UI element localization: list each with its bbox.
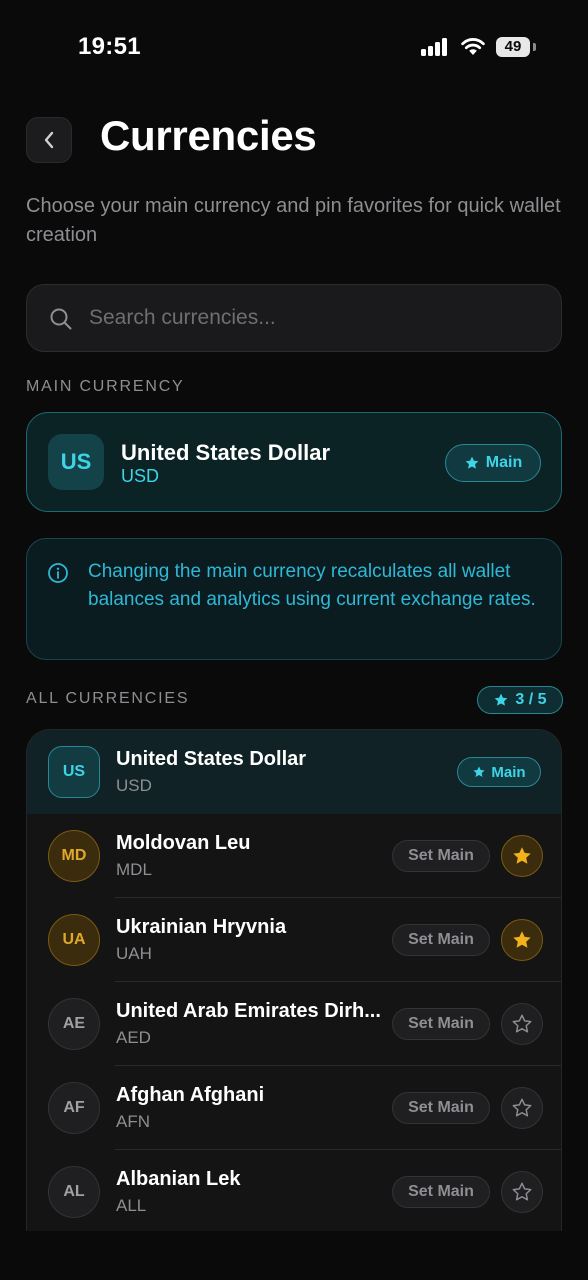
currency-name: Albanian Lek xyxy=(116,1168,241,1190)
star-outline-icon xyxy=(512,1014,532,1033)
currency-code: ALL xyxy=(116,1196,147,1215)
star-outline-icon xyxy=(512,1098,532,1117)
set-main-button[interactable]: Set Main xyxy=(392,924,490,956)
chevron-left-icon xyxy=(44,131,54,149)
currency-row-usd[interactable]: US United States Dollar USD Main xyxy=(27,730,561,814)
currency-name: Moldovan Leu xyxy=(116,832,251,854)
currency-row-uah[interactable]: UA Ukrainian Hryvnia UAH Set Main xyxy=(27,898,561,982)
favorite-button[interactable] xyxy=(501,919,543,961)
currency-name: Afghan Afghani xyxy=(116,1084,265,1106)
currency-badge: US xyxy=(48,746,100,798)
favorite-button[interactable] xyxy=(501,1171,543,1213)
info-icon xyxy=(48,563,68,583)
status-bar: 19:51 49 xyxy=(0,0,588,96)
currency-row-aed[interactable]: AE United Arab Emirates Dirh... AED Set … xyxy=(27,982,561,1066)
currency-badge: MD xyxy=(48,830,100,882)
search-bar[interactable] xyxy=(26,284,562,352)
star-filled-icon xyxy=(513,931,531,948)
search-icon xyxy=(50,308,72,330)
currency-name: United States Dollar xyxy=(121,440,331,465)
star-filled-icon xyxy=(513,847,531,864)
battery-tip xyxy=(533,43,536,51)
info-text: Changing the main currency recalculates … xyxy=(88,561,536,610)
currency-code: USD xyxy=(121,466,160,486)
favorite-button[interactable] xyxy=(501,1087,543,1129)
currency-badge: AE xyxy=(48,998,100,1050)
main-badge-label: Main xyxy=(491,763,526,781)
main-currency-label: MAIN CURRENCY xyxy=(26,378,185,395)
star-icon xyxy=(473,766,485,777)
star-icon xyxy=(495,693,508,706)
set-main-button[interactable]: Set Main xyxy=(392,1092,490,1124)
currency-code: AED xyxy=(116,1028,151,1047)
star-icon xyxy=(465,456,479,469)
favorite-button[interactable] xyxy=(501,835,543,877)
battery-icon: 49 xyxy=(496,37,530,57)
currency-row-mdl[interactable]: MD Moldovan Leu MDL Set Main xyxy=(27,814,561,898)
currency-badge: UA xyxy=(48,914,100,966)
all-currencies-label: ALL CURRENCIES xyxy=(26,690,190,707)
page-subtitle: Choose your main currency and pin favori… xyxy=(26,195,561,246)
currency-code: USD xyxy=(116,776,152,795)
currency-badge: US xyxy=(48,434,104,490)
main-badge-label: Main xyxy=(485,454,523,471)
main-badge: Main xyxy=(457,757,541,787)
signal-icon xyxy=(421,38,451,56)
currency-badge: AF xyxy=(48,1082,100,1134)
search-input[interactable] xyxy=(89,285,549,351)
set-main-button[interactable]: Set Main xyxy=(392,1008,490,1040)
info-banner: Changing the main currency recalculates … xyxy=(26,538,562,660)
currency-name: Ukrainian Hryvnia xyxy=(116,916,287,938)
favorite-button[interactable] xyxy=(501,1003,543,1045)
favorites-count: 3 / 5 xyxy=(515,691,547,708)
set-main-button[interactable]: Set Main xyxy=(392,840,490,872)
currency-badge: AL xyxy=(48,1166,100,1218)
currency-code: MDL xyxy=(116,860,152,879)
favorites-count-badge: 3 / 5 xyxy=(477,686,563,714)
status-time: 19:51 xyxy=(78,33,141,60)
currency-row-afn[interactable]: AF Afghan Afghani AFN Set Main xyxy=(27,1066,561,1150)
back-button[interactable] xyxy=(26,117,72,163)
page-title: Currencies xyxy=(100,112,317,159)
wifi-icon xyxy=(461,38,485,55)
currency-code: UAH xyxy=(116,944,152,963)
currency-code: AFN xyxy=(116,1112,150,1131)
currency-list: US United States Dollar USD Main MD Mold… xyxy=(26,729,562,1231)
main-currency-card[interactable]: US United States Dollar USD Main xyxy=(26,412,562,512)
currency-name: United Arab Emirates Dirh... xyxy=(116,1000,381,1022)
set-main-button[interactable]: Set Main xyxy=(392,1176,490,1208)
currency-row-all[interactable]: AL Albanian Lek ALL Set Main xyxy=(27,1150,561,1231)
star-outline-icon xyxy=(512,1182,532,1201)
currency-name: United States Dollar xyxy=(116,748,307,770)
main-badge: Main xyxy=(445,444,541,482)
